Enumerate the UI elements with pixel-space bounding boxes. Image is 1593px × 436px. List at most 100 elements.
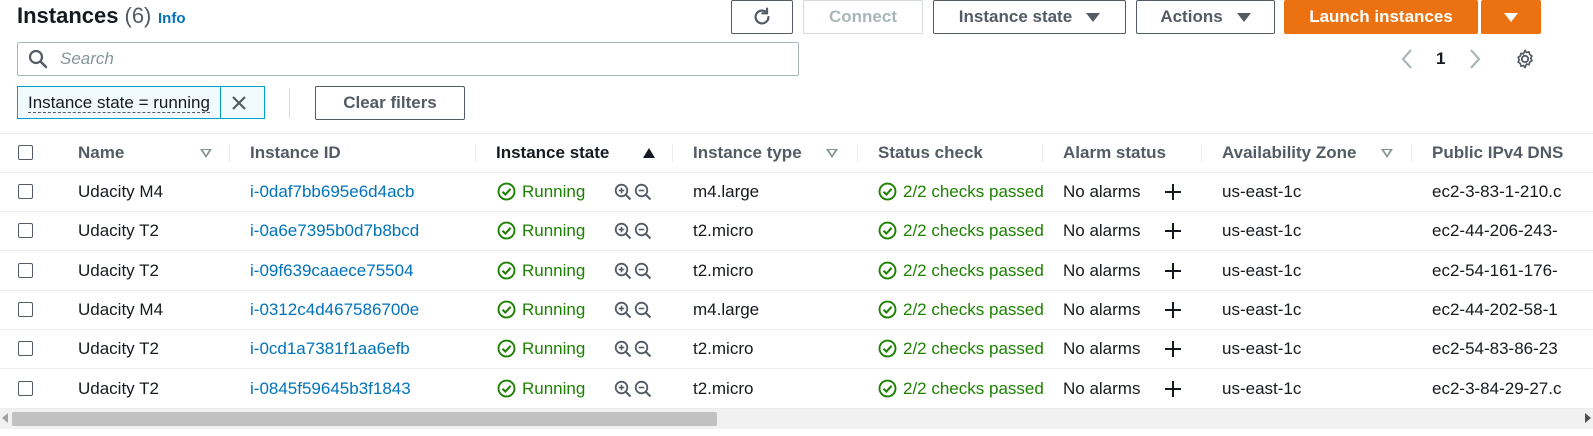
zoom-in-icon[interactable] <box>614 183 632 201</box>
caret-down-icon <box>1236 12 1251 22</box>
actions-dropdown[interactable]: Actions <box>1136 0 1275 34</box>
refresh-icon <box>754 7 770 25</box>
zoom-in-icon[interactable] <box>614 262 632 280</box>
launch-instances-button[interactable]: Launch instances <box>1284 0 1478 34</box>
close-icon <box>232 95 246 110</box>
table-row[interactable]: Udacity M4 i-0312c4d467586700e Running m… <box>0 290 1593 330</box>
launch-options-dropdown[interactable] <box>1481 0 1541 34</box>
next-page-icon[interactable] <box>1467 48 1483 70</box>
instance-name: Udacity T2 <box>78 339 159 359</box>
zoom-out-icon[interactable] <box>634 183 652 201</box>
current-page-number[interactable]: 1 <box>1436 49 1445 69</box>
state-zoom-controls <box>614 380 652 398</box>
row-checkbox[interactable] <box>18 184 33 199</box>
status-check-text: 2/2 checks passed <box>903 260 1044 280</box>
add-alarm-plus-icon[interactable] <box>1163 379 1183 399</box>
status-check: 2/2 checks passed <box>878 251 1044 290</box>
zoom-in-icon[interactable] <box>614 380 632 398</box>
instance-id-link[interactable]: i-0daf7bb695e6d4acb <box>250 172 414 211</box>
row-checkbox[interactable] <box>18 223 33 239</box>
instance-state-text: Running <box>522 299 586 319</box>
column-header-instance-type[interactable]: Instance type <box>693 134 802 172</box>
add-alarm-plus-icon[interactable] <box>1163 261 1183 281</box>
column-header-instance-id[interactable]: Instance ID <box>250 134 341 172</box>
instance-type: t2.micro <box>693 339 754 359</box>
column-header-public-ipv4-dns[interactable]: Public IPv4 DNS <box>1432 134 1563 172</box>
alarm-status: No alarms <box>1063 221 1141 241</box>
instance-state-status: Running <box>497 211 585 250</box>
table-row[interactable]: Udacity T2 i-0a6e7395b0d7b8bcd Running t… <box>0 211 1593 252</box>
instance-id-link[interactable]: i-0845f59645b3f1843 <box>250 369 411 408</box>
refresh-button[interactable] <box>731 0 793 34</box>
zoom-in-icon[interactable] <box>614 222 632 240</box>
connect-button[interactable]: Connect <box>803 0 923 34</box>
public-ipv4-dns: ec2-54-161-176- <box>1432 260 1558 280</box>
zoom-out-icon[interactable] <box>634 380 652 398</box>
check-circle-icon <box>497 221 516 240</box>
sort-icon[interactable] <box>200 149 212 158</box>
add-alarm-plus-icon[interactable] <box>1163 182 1183 202</box>
public-ipv4-dns: ec2-3-83-1-210.c <box>1432 182 1562 201</box>
sort-icon[interactable] <box>1381 149 1393 158</box>
table-row[interactable]: Udacity M4 i-0daf7bb695e6d4acb Running m… <box>0 172 1593 212</box>
add-alarm-plus-icon[interactable] <box>1163 339 1183 359</box>
zoom-in-icon[interactable] <box>614 340 632 358</box>
row-checkbox[interactable] <box>18 301 33 317</box>
remove-filter-button[interactable] <box>221 87 257 118</box>
status-check: 2/2 checks passed <box>878 211 1044 250</box>
instance-id-link[interactable]: i-0312c4d467586700e <box>250 290 419 329</box>
instance-type: t2.micro <box>693 378 754 398</box>
check-circle-icon <box>878 379 897 397</box>
zoom-in-icon[interactable] <box>614 301 632 319</box>
status-check: 2/2 checks passed <box>878 329 1044 368</box>
filter-token: Instance state = running <box>17 86 265 119</box>
table-row[interactable]: Udacity T2 i-09f639caaece75504 Running t… <box>0 251 1593 291</box>
scrollbar-thumb[interactable] <box>12 412 717 426</box>
column-divider <box>1201 144 1202 162</box>
availability-zone: us-east-1c <box>1222 339 1302 359</box>
sort-ascending-icon[interactable] <box>643 148 655 158</box>
status-check-text: 2/2 checks passed <box>903 299 1044 319</box>
instance-id-link[interactable]: i-0a6e7395b0d7b8bcd <box>250 211 419 250</box>
select-all-checkbox[interactable] <box>18 145 33 160</box>
instance-type: t2.micro <box>693 221 754 241</box>
row-checkbox[interactable] <box>18 262 33 278</box>
scroll-left-arrow-icon[interactable] <box>2 413 8 423</box>
column-header-name[interactable]: Name <box>78 134 124 172</box>
row-checkbox[interactable] <box>18 380 33 396</box>
settings-gear-icon[interactable] <box>1514 48 1536 70</box>
table-row[interactable]: Udacity T2 i-0845f59645b3f1843 Running t… <box>0 369 1593 409</box>
zoom-out-icon[interactable] <box>634 262 652 280</box>
column-header-availability-zone[interactable]: Availability Zone <box>1222 134 1356 172</box>
table-row[interactable]: Udacity T2 i-0cd1a7381f1aa6efb Running t… <box>0 329 1593 370</box>
add-alarm-plus-icon[interactable] <box>1163 221 1183 241</box>
instance-count: (6) <box>124 3 152 28</box>
column-header-status-check[interactable]: Status check <box>878 134 983 172</box>
instance-id-link[interactable]: i-0cd1a7381f1aa6efb <box>250 329 410 368</box>
scroll-right-arrow-icon[interactable] <box>1585 413 1591 423</box>
table-header: Name Instance ID Instance state Instance… <box>0 133 1593 173</box>
instance-type: m4.large <box>693 299 760 319</box>
zoom-out-icon[interactable] <box>634 301 652 319</box>
clear-filters-button[interactable]: Clear filters <box>315 86 465 120</box>
column-header-alarm-status[interactable]: Alarm status <box>1063 134 1166 172</box>
previous-page-icon[interactable] <box>1399 48 1415 70</box>
launch-instances-label: Launch instances <box>1309 7 1453 26</box>
state-zoom-controls <box>614 340 652 358</box>
info-link[interactable]: Info <box>158 10 186 27</box>
filter-token-label[interactable]: Instance state = running <box>18 87 221 118</box>
sort-icon[interactable] <box>826 149 838 158</box>
alarm-status: No alarms <box>1063 339 1141 359</box>
zoom-out-icon[interactable] <box>634 222 652 240</box>
row-checkbox[interactable] <box>18 341 33 357</box>
column-divider <box>229 144 230 162</box>
column-header-instance-state[interactable]: Instance state <box>496 134 609 172</box>
availability-zone: us-east-1c <box>1222 221 1302 241</box>
instance-id-link[interactable]: i-09f639caaece75504 <box>250 251 414 290</box>
instance-state-dropdown[interactable]: Instance state <box>933 0 1126 34</box>
add-alarm-plus-icon[interactable] <box>1163 300 1183 320</box>
availability-zone: us-east-1c <box>1222 299 1302 319</box>
search-input[interactable] <box>58 48 762 70</box>
check-circle-icon <box>497 379 516 397</box>
zoom-out-icon[interactable] <box>634 340 652 358</box>
